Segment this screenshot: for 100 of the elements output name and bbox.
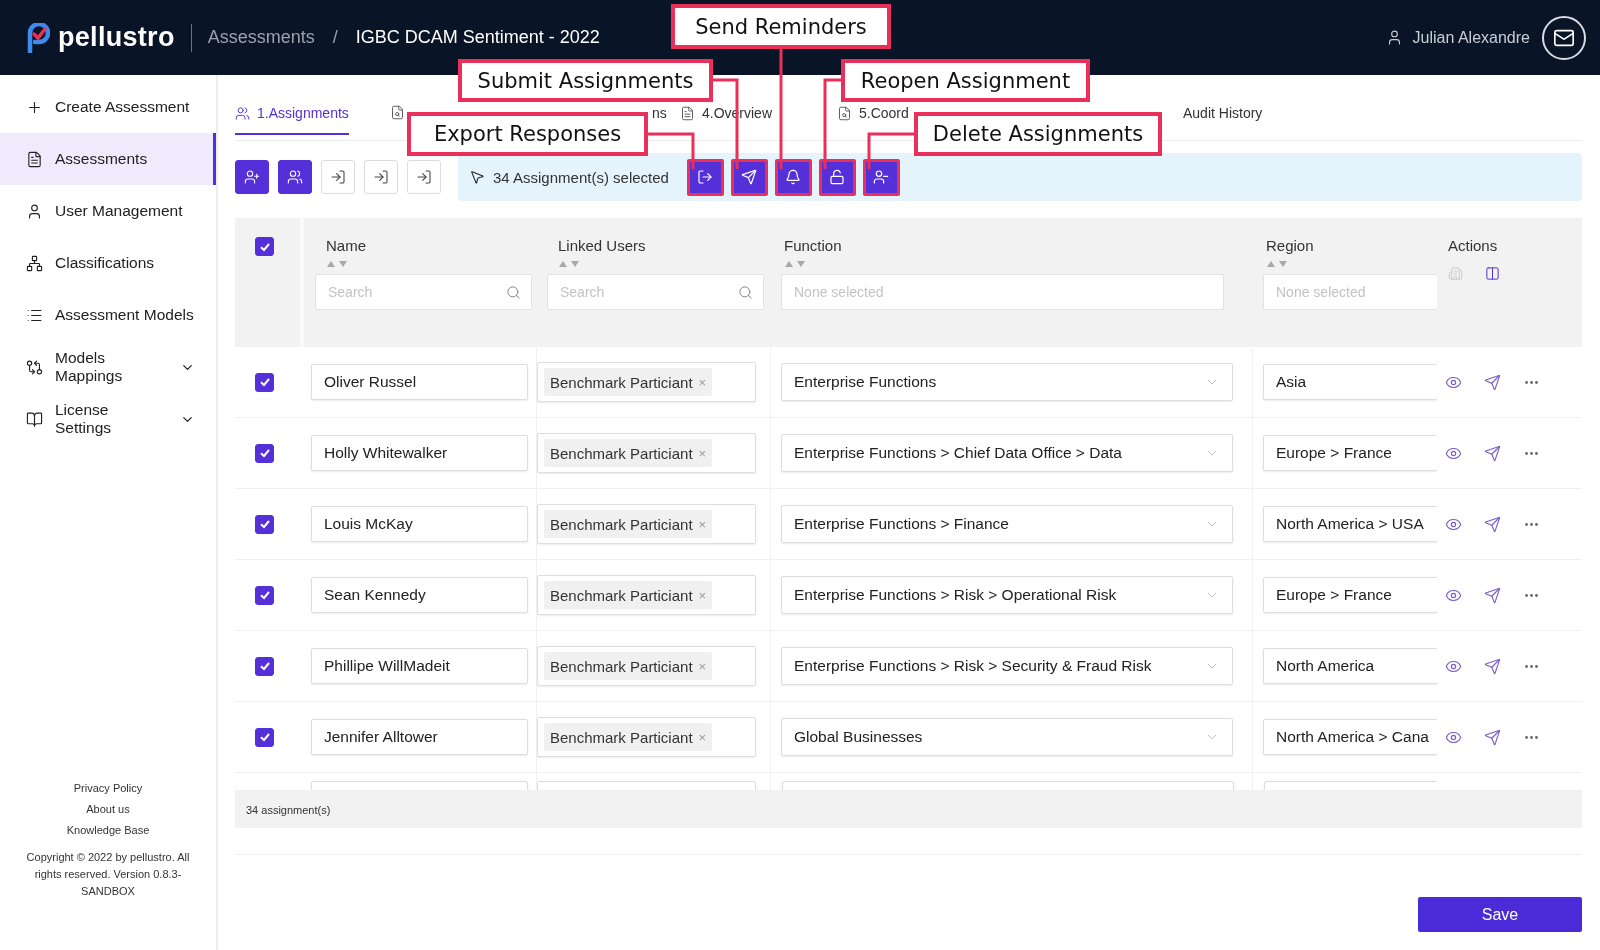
send-icon[interactable] — [1484, 515, 1501, 533]
user-tag: Benchmark Particiant × — [544, 368, 713, 396]
callout-label: Delete Assignments — [914, 112, 1162, 156]
row-checkbox[interactable] — [255, 656, 274, 676]
user-name[interactable]: Julian Alexandre — [1412, 28, 1530, 47]
footer-link[interactable]: Privacy Policy — [73, 782, 143, 794]
action-button[interactable] — [730, 158, 768, 196]
copyright-text: Copyright © 2022 by pellustro. All rights reserved. Version 0.8.3-SANDBOX — [25, 850, 191, 899]
send-icon — [741, 169, 758, 185]
user-tag: Benchmark Particiant × — [544, 723, 713, 751]
action-button[interactable] — [686, 158, 724, 196]
send-icon[interactable] — [1484, 657, 1501, 675]
linked-users-field[interactable]: Benchmark Particiant × — [537, 717, 756, 757]
breadcrumb-link[interactable]: Assessments — [207, 27, 315, 48]
user-tag: Benchmark Particiant × — [544, 652, 713, 680]
action-button[interactable] — [818, 158, 856, 196]
column-header: Region — [1265, 237, 1315, 254]
send-icon[interactable] — [1484, 373, 1501, 391]
tab[interactable]: 5.Coord — [837, 105, 909, 135]
sidebar-item[interactable]: User Management — [0, 185, 216, 237]
book-icon — [26, 410, 43, 428]
region-field[interactable]: North America > Cana — [1263, 719, 1437, 755]
search-field[interactable]: Search — [547, 274, 764, 310]
region-field[interactable]: Asia — [1263, 364, 1437, 400]
column-header: Linked Users — [557, 237, 647, 254]
toolbar-button[interactable] — [278, 160, 312, 194]
function-select[interactable]: Enterprise Functions — [781, 363, 1233, 401]
send-icon[interactable] — [1484, 586, 1501, 604]
sidebar-item[interactable]: Create Assessment — [0, 81, 216, 133]
function-select[interactable]: Global Businesses — [781, 718, 1233, 756]
import-icon — [416, 169, 432, 185]
linked-users-field[interactable]: Benchmark Particiant × — [537, 504, 756, 544]
select-all-checkbox[interactable] — [255, 237, 274, 256]
region-field[interactable]: Europe > France — [1263, 577, 1437, 613]
function-select[interactable]: Enterprise Functions > Risk > Operational Risk — [781, 576, 1233, 614]
filter-select[interactable]: None selected — [1263, 274, 1437, 310]
remove-user-icon — [873, 169, 890, 185]
region-field[interactable]: North America — [1263, 648, 1437, 684]
filter-select[interactable]: None selected — [1274, 283, 1437, 301]
row-checkbox[interactable] — [255, 443, 274, 463]
linked-users-field[interactable]: Benchmark Particiant × — [537, 362, 756, 402]
linked-users-field[interactable]: Benchmark Particiant × — [537, 575, 756, 615]
tab[interactable]: 1.Assignments — [235, 105, 349, 135]
region-field[interactable]: North America > USA — [1263, 506, 1437, 542]
row-checkbox[interactable] — [255, 585, 274, 605]
search-field[interactable]: Search — [315, 274, 532, 310]
action-button[interactable] — [774, 158, 812, 196]
leader-line — [867, 132, 914, 169]
sidebar-item[interactable]: License Settings — [0, 393, 216, 445]
user-tag: Benchmark Particiant × — [544, 510, 713, 538]
footer-link[interactable]: Knowledge Base — [66, 824, 150, 836]
name-field[interactable]: Sean Kennedy — [311, 577, 528, 613]
row-checkbox[interactable] — [255, 514, 274, 534]
send-icon[interactable] — [1484, 444, 1501, 462]
filter-select[interactable]: None selected — [792, 283, 1213, 301]
name-field[interactable]: Jennifer Alltower — [311, 719, 528, 755]
tab[interactable]: ns — [652, 105, 667, 135]
compare-arrows-icon — [26, 358, 43, 376]
function-select[interactable]: Enterprise Functions > Finance — [781, 505, 1233, 543]
sidebar-item[interactable]: Models Mappings — [0, 341, 216, 393]
checkmark-icon — [258, 589, 271, 601]
breadcrumb-link[interactable]: IGBC DCAM Sentiment - 2022 — [355, 27, 600, 48]
name-field[interactable]: Holly Whitewalker — [311, 435, 528, 471]
filter-select[interactable]: None selected — [781, 274, 1224, 310]
tab-icon — [680, 105, 695, 121]
sidebar-item[interactable]: Classifications — [0, 237, 216, 289]
footer-link[interactable]: About us — [86, 803, 130, 815]
save-button[interactable]: Save — [1418, 897, 1582, 932]
column-header: Function — [783, 237, 843, 254]
columns-icon[interactable] — [1485, 266, 1500, 281]
sidebar-item[interactable]: Assessments — [0, 133, 216, 185]
toolbar-button[interactable] — [235, 160, 269, 194]
linked-users-field[interactable]: Benchmark Particiant × — [537, 646, 756, 686]
row-checkbox[interactable] — [255, 727, 274, 747]
column-header: Name — [325, 237, 367, 254]
selection-icon — [469, 169, 485, 185]
row-checkbox[interactable] — [255, 372, 274, 392]
action-button[interactable] — [862, 158, 900, 196]
linked-users-field[interactable]: Benchmark Particiant × — [537, 433, 756, 473]
sidebar-item[interactable]: Assessment Models — [0, 289, 216, 341]
tab[interactable]: Audit History — [1183, 105, 1263, 135]
bell-icon — [785, 169, 802, 185]
name-field[interactable]: Oliver Russel — [311, 364, 528, 400]
leader-line — [648, 132, 695, 169]
search-field[interactable]: Search — [326, 283, 506, 301]
name-field[interactable]: Phillipe WillMadeit — [311, 648, 528, 684]
region-field[interactable]: Europe > France — [1263, 435, 1437, 471]
mail-button[interactable] — [1542, 15, 1586, 60]
callout-label: Submit Assignments — [458, 59, 713, 102]
tab-icon — [837, 105, 852, 121]
search-field[interactable]: Search — [558, 283, 738, 301]
selection-count: 34 Assignment(s) selected — [493, 168, 669, 186]
function-select[interactable]: Enterprise Functions > Risk > Security & Fraud Risk — [781, 647, 1233, 685]
breadcrumb-separator: / — [332, 27, 338, 48]
tab-icon — [235, 105, 250, 121]
name-field[interactable]: Louis McKay — [311, 506, 528, 542]
send-icon[interactable] — [1484, 728, 1501, 746]
users-icon — [287, 169, 303, 185]
callout-label: Export Responses — [407, 112, 648, 156]
function-select[interactable]: Enterprise Functions > Chief Data Office > Data — [781, 434, 1233, 472]
